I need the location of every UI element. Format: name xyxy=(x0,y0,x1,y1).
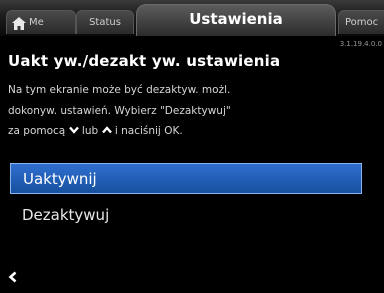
description-line-3-post: i naciśnij OK. xyxy=(114,125,183,137)
tab-help-label: Pomoc xyxy=(345,17,379,28)
description: Na tym ekranie może być dezaktyw. możl. … xyxy=(8,80,382,143)
tab-help[interactable]: Pomoc xyxy=(338,10,384,34)
tab-home-label: Me xyxy=(29,17,44,28)
option-activate-label: Uaktywnij xyxy=(23,170,97,188)
description-line-2: dokonyw. ustawień. Wybierz "Dezaktywuj" xyxy=(8,104,231,117)
chevron-left-icon xyxy=(8,268,17,287)
chevron-down-icon xyxy=(68,126,79,137)
option-deactivate-label: Dezaktywuj xyxy=(22,206,110,224)
description-line-3: za pomocą lub i naciśnij OK. xyxy=(8,121,382,143)
tab-bar: Me Status Pomoc Ustawienia xyxy=(0,0,384,36)
description-line-1: Na tym ekranie może być dezaktyw. możl. xyxy=(8,84,231,96)
version-number: 3.1.19.4.0.0 xyxy=(339,40,382,48)
house-icon xyxy=(12,16,26,36)
description-line-3-pre: za pomocą xyxy=(8,125,66,137)
option-activate[interactable]: Uaktywnij xyxy=(10,163,362,194)
tab-status-label: Status xyxy=(89,17,121,28)
back-button[interactable] xyxy=(8,268,17,287)
tab-settings[interactable]: Ustawienia xyxy=(136,4,336,36)
option-deactivate[interactable]: Dezaktywuj xyxy=(10,200,362,231)
description-line-3-mid: lub xyxy=(81,125,99,137)
tab-settings-label: Ustawienia xyxy=(189,10,283,28)
page-title: Uakt yw./dezakt yw. ustawienia xyxy=(8,52,281,70)
chevron-up-icon xyxy=(101,126,112,137)
option-list: Uaktywnij Dezaktywuj xyxy=(10,163,362,237)
tab-status[interactable]: Status xyxy=(76,10,134,34)
tab-home[interactable]: Me xyxy=(6,10,76,34)
